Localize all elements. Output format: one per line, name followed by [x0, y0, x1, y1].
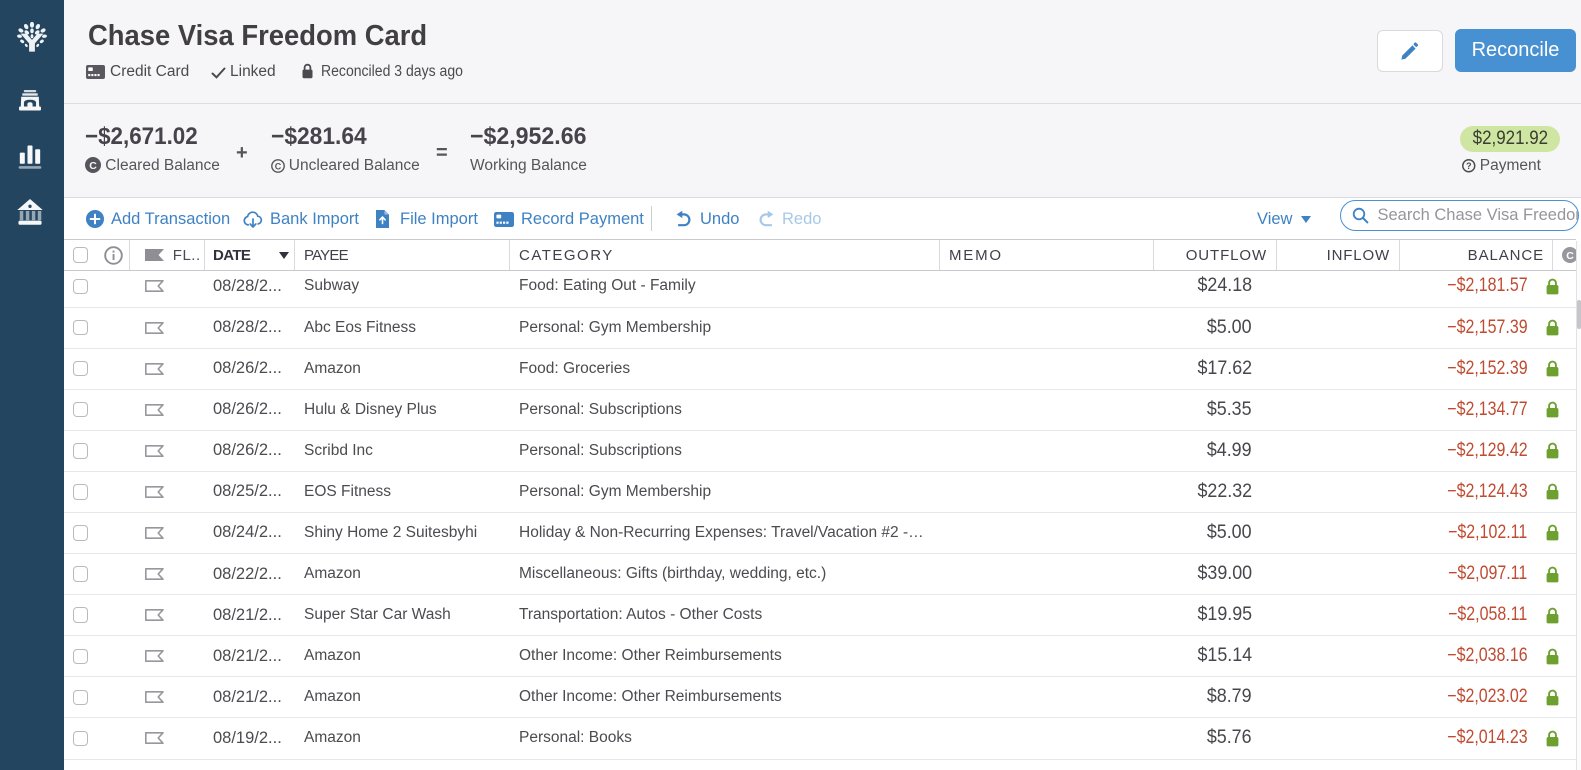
svg-text:C: C [274, 161, 281, 171]
svg-text:?: ? [1466, 161, 1472, 171]
svg-text:C: C [89, 160, 97, 172]
svg-text:C: C [1566, 250, 1574, 262]
